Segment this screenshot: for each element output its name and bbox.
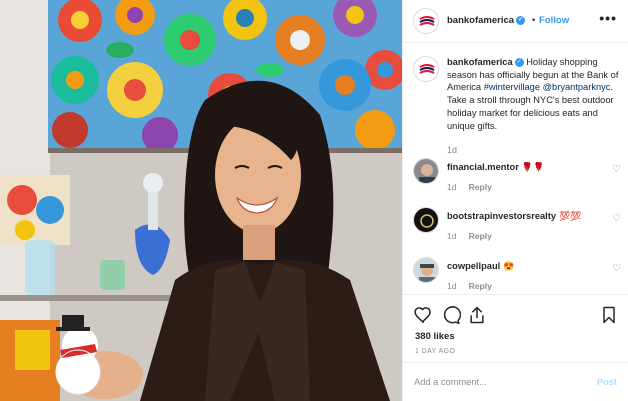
comment-timestamp[interactable]: 1d [447,281,457,291]
bank-of-america-logo-icon [419,64,435,74]
reply-button[interactable]: Reply [469,182,492,192]
user-avatar-icon [414,208,438,232]
comment-item: financial.mentor 🌹🌹 1d Reply ♡ [403,158,628,198]
comment-timestamp[interactable]: 1d [447,182,457,192]
verified-badge-icon: ✓ [514,58,524,68]
reply-button[interactable]: Reply [469,281,492,291]
comment-item: cowpellpaul 😍 1d Reply ♡ [403,257,628,297]
comment-input[interactable]: Add a comment... [414,377,487,387]
comment-text: 💯💯 [559,211,582,221]
photo-illustration [0,0,402,401]
caption-username[interactable]: bankofamerica [447,57,513,67]
comment-meta: 1d Reply [447,231,492,241]
post-side-panel: bankofamerica ✓ • Follow ••• bankofameric… [402,0,628,401]
comment-username[interactable]: financial.mentor [447,162,519,172]
user-avatar-icon [414,258,438,282]
comment-line: bootstrapinvestorsrealty 💯💯 [447,211,581,222]
comment-timestamp[interactable]: 1d [447,231,457,241]
hashtag-link[interactable]: #wintervillage [484,82,540,92]
add-comment-bar: Add a comment... Post [403,362,628,401]
mention-link[interactable]: @bryantparknyc [543,82,611,92]
share-icon[interactable] [467,305,487,325]
like-comment-heart-icon[interactable]: ♡ [612,164,621,175]
comment-line: cowpellpaul 😍 [447,261,514,272]
avatar[interactable] [413,158,439,184]
post-photo[interactable] [0,0,402,401]
post-header: bankofamerica ✓ • Follow ••• [403,0,628,43]
comment-username[interactable]: cowpellpaul [447,261,500,271]
comment-line: financial.mentor 🌹🌹 [447,162,544,173]
comment-username[interactable]: bootstrapinvestorsrealty [447,211,556,221]
heart-icon[interactable] [413,305,433,325]
likes-count[interactable]: 380 likes [415,331,455,342]
avatar[interactable] [413,207,439,233]
post-comment-button[interactable]: Post [597,377,617,387]
comment-item: bootstrapinvestorsrealty 💯💯 1d Reply ♡ [403,207,628,247]
avatar[interactable] [413,8,439,34]
post-author-username[interactable]: bankofamerica ✓ [447,15,526,26]
verified-badge-icon: ✓ [516,15,526,25]
user-avatar-icon [414,159,438,183]
comment-text: 😍 [503,261,515,271]
bank-of-america-logo-icon [419,16,435,26]
avatar[interactable] [413,257,439,283]
like-comment-heart-icon[interactable]: ♡ [612,213,621,224]
caption-text: bankofamerica ✓ Holiday shopping season h… [447,56,623,132]
avatar[interactable] [413,56,439,82]
more-options-icon[interactable]: ••• [599,10,617,26]
caption-timestamp[interactable]: 1d [447,145,457,155]
follow-button[interactable]: Follow [539,15,569,26]
bookmark-icon[interactable] [599,305,619,325]
username-text[interactable]: bankofamerica [447,15,514,26]
comment-meta: 1d Reply [447,182,492,192]
comment-icon[interactable] [441,305,461,325]
post-timestamp[interactable]: 1 DAY AGO [415,348,455,355]
reply-button[interactable]: Reply [469,231,492,241]
separator-dot: • [532,15,536,26]
comment-meta: 1d Reply [447,281,492,291]
comment-text: 🌹🌹 [521,162,545,172]
like-comment-heart-icon[interactable]: ♡ [612,263,621,274]
